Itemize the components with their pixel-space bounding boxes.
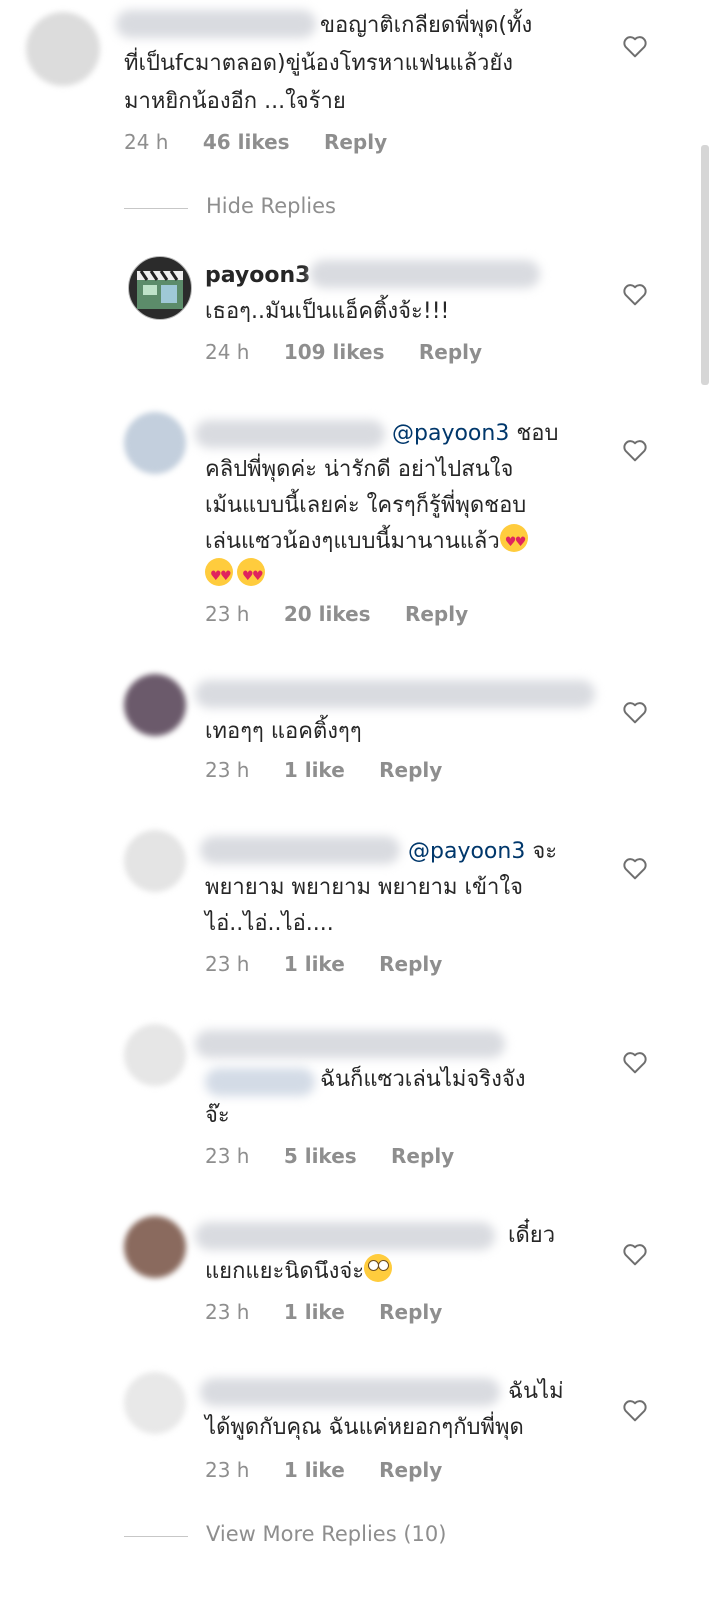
avatar[interactable] xyxy=(26,12,100,86)
comment-text: @payoon3 จะ xyxy=(408,834,557,870)
avatar[interactable] xyxy=(124,1372,186,1434)
avatar[interactable] xyxy=(124,674,186,736)
comment-text-line3: มาหยิกน้องอีก ...ใจร้าย xyxy=(124,89,346,114)
reply-button[interactable]: Reply xyxy=(379,1458,442,1482)
timestamp: 23 h xyxy=(205,758,250,782)
view-more-replies-button[interactable]: View More Replies (10) xyxy=(124,1522,464,1552)
comment-text-fragment: แยกแยะนิดนึงจ่ะ xyxy=(205,1259,365,1284)
likes-count[interactable]: 1 like xyxy=(284,758,345,782)
scrollbar[interactable] xyxy=(701,145,709,385)
username-blurred[interactable] xyxy=(195,1030,505,1058)
likes-count[interactable]: 109 likes xyxy=(284,340,385,364)
username-blurred[interactable] xyxy=(116,10,316,38)
comment-text: เธอๆ..มันเป็นแอ็คติ้งจ้ะ!!! xyxy=(205,299,450,324)
likes-count[interactable]: 5 likes xyxy=(284,1144,357,1168)
mention-link[interactable]: @payoon3 xyxy=(392,421,509,446)
heart-outline-icon[interactable] xyxy=(622,438,648,462)
comment-text-line2: ได้พูดกับคุณ ฉันแค่หยอกๆกับพี่พุด xyxy=(205,1415,524,1440)
username-blurred[interactable] xyxy=(195,420,385,448)
heart-outline-icon[interactable] xyxy=(622,700,648,724)
username-blurred[interactable] xyxy=(200,1378,500,1406)
comment-text-line2: จ๊ะ xyxy=(205,1103,230,1128)
reply-button[interactable]: Reply xyxy=(405,602,468,626)
timestamp: 23 h xyxy=(205,602,250,626)
likes-count[interactable]: 46 likes xyxy=(203,130,290,154)
username-blurred[interactable] xyxy=(195,680,595,708)
comment-text-line2: พยายาม พยายาม พยายาม เข้าใจ xyxy=(205,875,524,900)
heart-outline-icon[interactable] xyxy=(622,282,648,306)
heart-outline-icon[interactable] xyxy=(622,1242,648,1266)
comment-text: เทอๆๆ แอคติ้งๆๆ xyxy=(205,719,362,744)
hide-replies-label: Hide Replies xyxy=(206,194,336,218)
username-blurred xyxy=(205,1068,315,1096)
eye-roll-emoji-icon xyxy=(364,1254,393,1282)
reply-button[interactable]: Reply xyxy=(419,340,482,364)
likes-count[interactable]: 1 like xyxy=(284,1458,345,1482)
comment-text: ฉันไม่ xyxy=(508,1379,564,1404)
timestamp: 23 h xyxy=(205,952,250,976)
comment-text-fragment: จะ xyxy=(532,839,558,864)
username-blurred[interactable] xyxy=(200,836,400,864)
reply-button[interactable]: Reply xyxy=(391,1144,454,1168)
comment-text-fragment: เล่นแซวน้องๆแบบนี้มานานแล้ว xyxy=(205,529,500,554)
reply-button[interactable]: Reply xyxy=(324,130,387,154)
comment-meta: 23 h 1 like Reply xyxy=(205,758,470,782)
heart-outline-icon[interactable] xyxy=(622,1050,648,1074)
emoji-line xyxy=(205,558,265,595)
username-blurred xyxy=(310,260,540,288)
heart-eyes-emoji-icon xyxy=(499,524,528,561)
comment-text: ขอญาติเกลียดพี่พุด(ทั้ง xyxy=(320,13,533,38)
comment-meta: 24 h 46 likes Reply xyxy=(124,130,415,154)
divider xyxy=(124,208,188,209)
divider xyxy=(124,1536,188,1537)
comment-text-line2: แยกแยะนิดนึงจ่ะ xyxy=(205,1254,393,1290)
timestamp: 24 h xyxy=(205,340,250,364)
comment-text: @payoon3 ชอบ xyxy=(392,416,558,452)
heart-eyes-emoji-icon xyxy=(205,558,233,595)
timestamp: 23 h xyxy=(205,1300,250,1324)
username-blurred[interactable] xyxy=(195,1222,495,1250)
timestamp: 24 h xyxy=(124,130,169,154)
reply-button[interactable]: Reply xyxy=(379,758,442,782)
avatar[interactable] xyxy=(124,1216,186,1278)
likes-count[interactable]: 1 like xyxy=(284,1300,345,1324)
avatar[interactable] xyxy=(124,1024,186,1086)
comment-text-line2: คลิปพี่พุดค่ะ น่ารักดี อย่าไปสนใจ xyxy=(205,457,514,482)
clapperboard-icon xyxy=(137,270,183,309)
heart-outline-icon[interactable] xyxy=(622,34,648,58)
avatar[interactable] xyxy=(128,256,192,320)
comment-text-line3: ไอ่..ไอ่..ไอ่.... xyxy=(205,911,334,936)
comment-meta: 23 h 1 like Reply xyxy=(205,952,470,976)
comment-meta: 24 h 109 likes Reply xyxy=(205,340,510,364)
avatar[interactable] xyxy=(124,830,186,892)
comment-text-line4: เล่นแซวน้องๆแบบนี้มานานแล้ว xyxy=(205,524,528,561)
heart-outline-icon[interactable] xyxy=(622,856,648,880)
heart-eyes-emoji-icon xyxy=(237,558,265,595)
comment-meta: 23 h 1 like Reply xyxy=(205,1458,470,1482)
timestamp: 23 h xyxy=(205,1144,250,1168)
heart-outline-icon[interactable] xyxy=(622,1398,648,1422)
username[interactable]: payoon3 xyxy=(205,258,310,294)
view-more-replies-label: View More Replies (10) xyxy=(206,1522,447,1546)
reply-button[interactable]: Reply xyxy=(379,952,442,976)
likes-count[interactable]: 20 likes xyxy=(284,602,371,626)
comment-text-fragment: ชอบ xyxy=(516,421,559,446)
comment-text-line2: ที่เป็นfcมาตลอด)ขู่น้องโทรหาแฟนแล้วยัง xyxy=(124,51,514,76)
comment-text-line3: เม้นแบบนี้เลยค่ะ ใครๆก็รู้พี่พุดชอบ xyxy=(205,493,527,518)
timestamp: 23 h xyxy=(205,1458,250,1482)
avatar[interactable] xyxy=(124,412,186,474)
reply-button[interactable]: Reply xyxy=(379,1300,442,1324)
comment-text: ฉันก็แซวเล่นไม่จริงจัง xyxy=(320,1067,526,1092)
comment-text: เดี๋ยว xyxy=(508,1223,556,1248)
hide-replies-button[interactable]: Hide Replies xyxy=(124,194,384,224)
comment-meta: 23 h 5 likes Reply xyxy=(205,1144,482,1168)
comment-meta: 23 h 1 like Reply xyxy=(205,1300,470,1324)
likes-count[interactable]: 1 like xyxy=(284,952,345,976)
mention-link[interactable]: @payoon3 xyxy=(408,839,525,864)
comment-meta: 23 h 20 likes Reply xyxy=(205,602,496,626)
